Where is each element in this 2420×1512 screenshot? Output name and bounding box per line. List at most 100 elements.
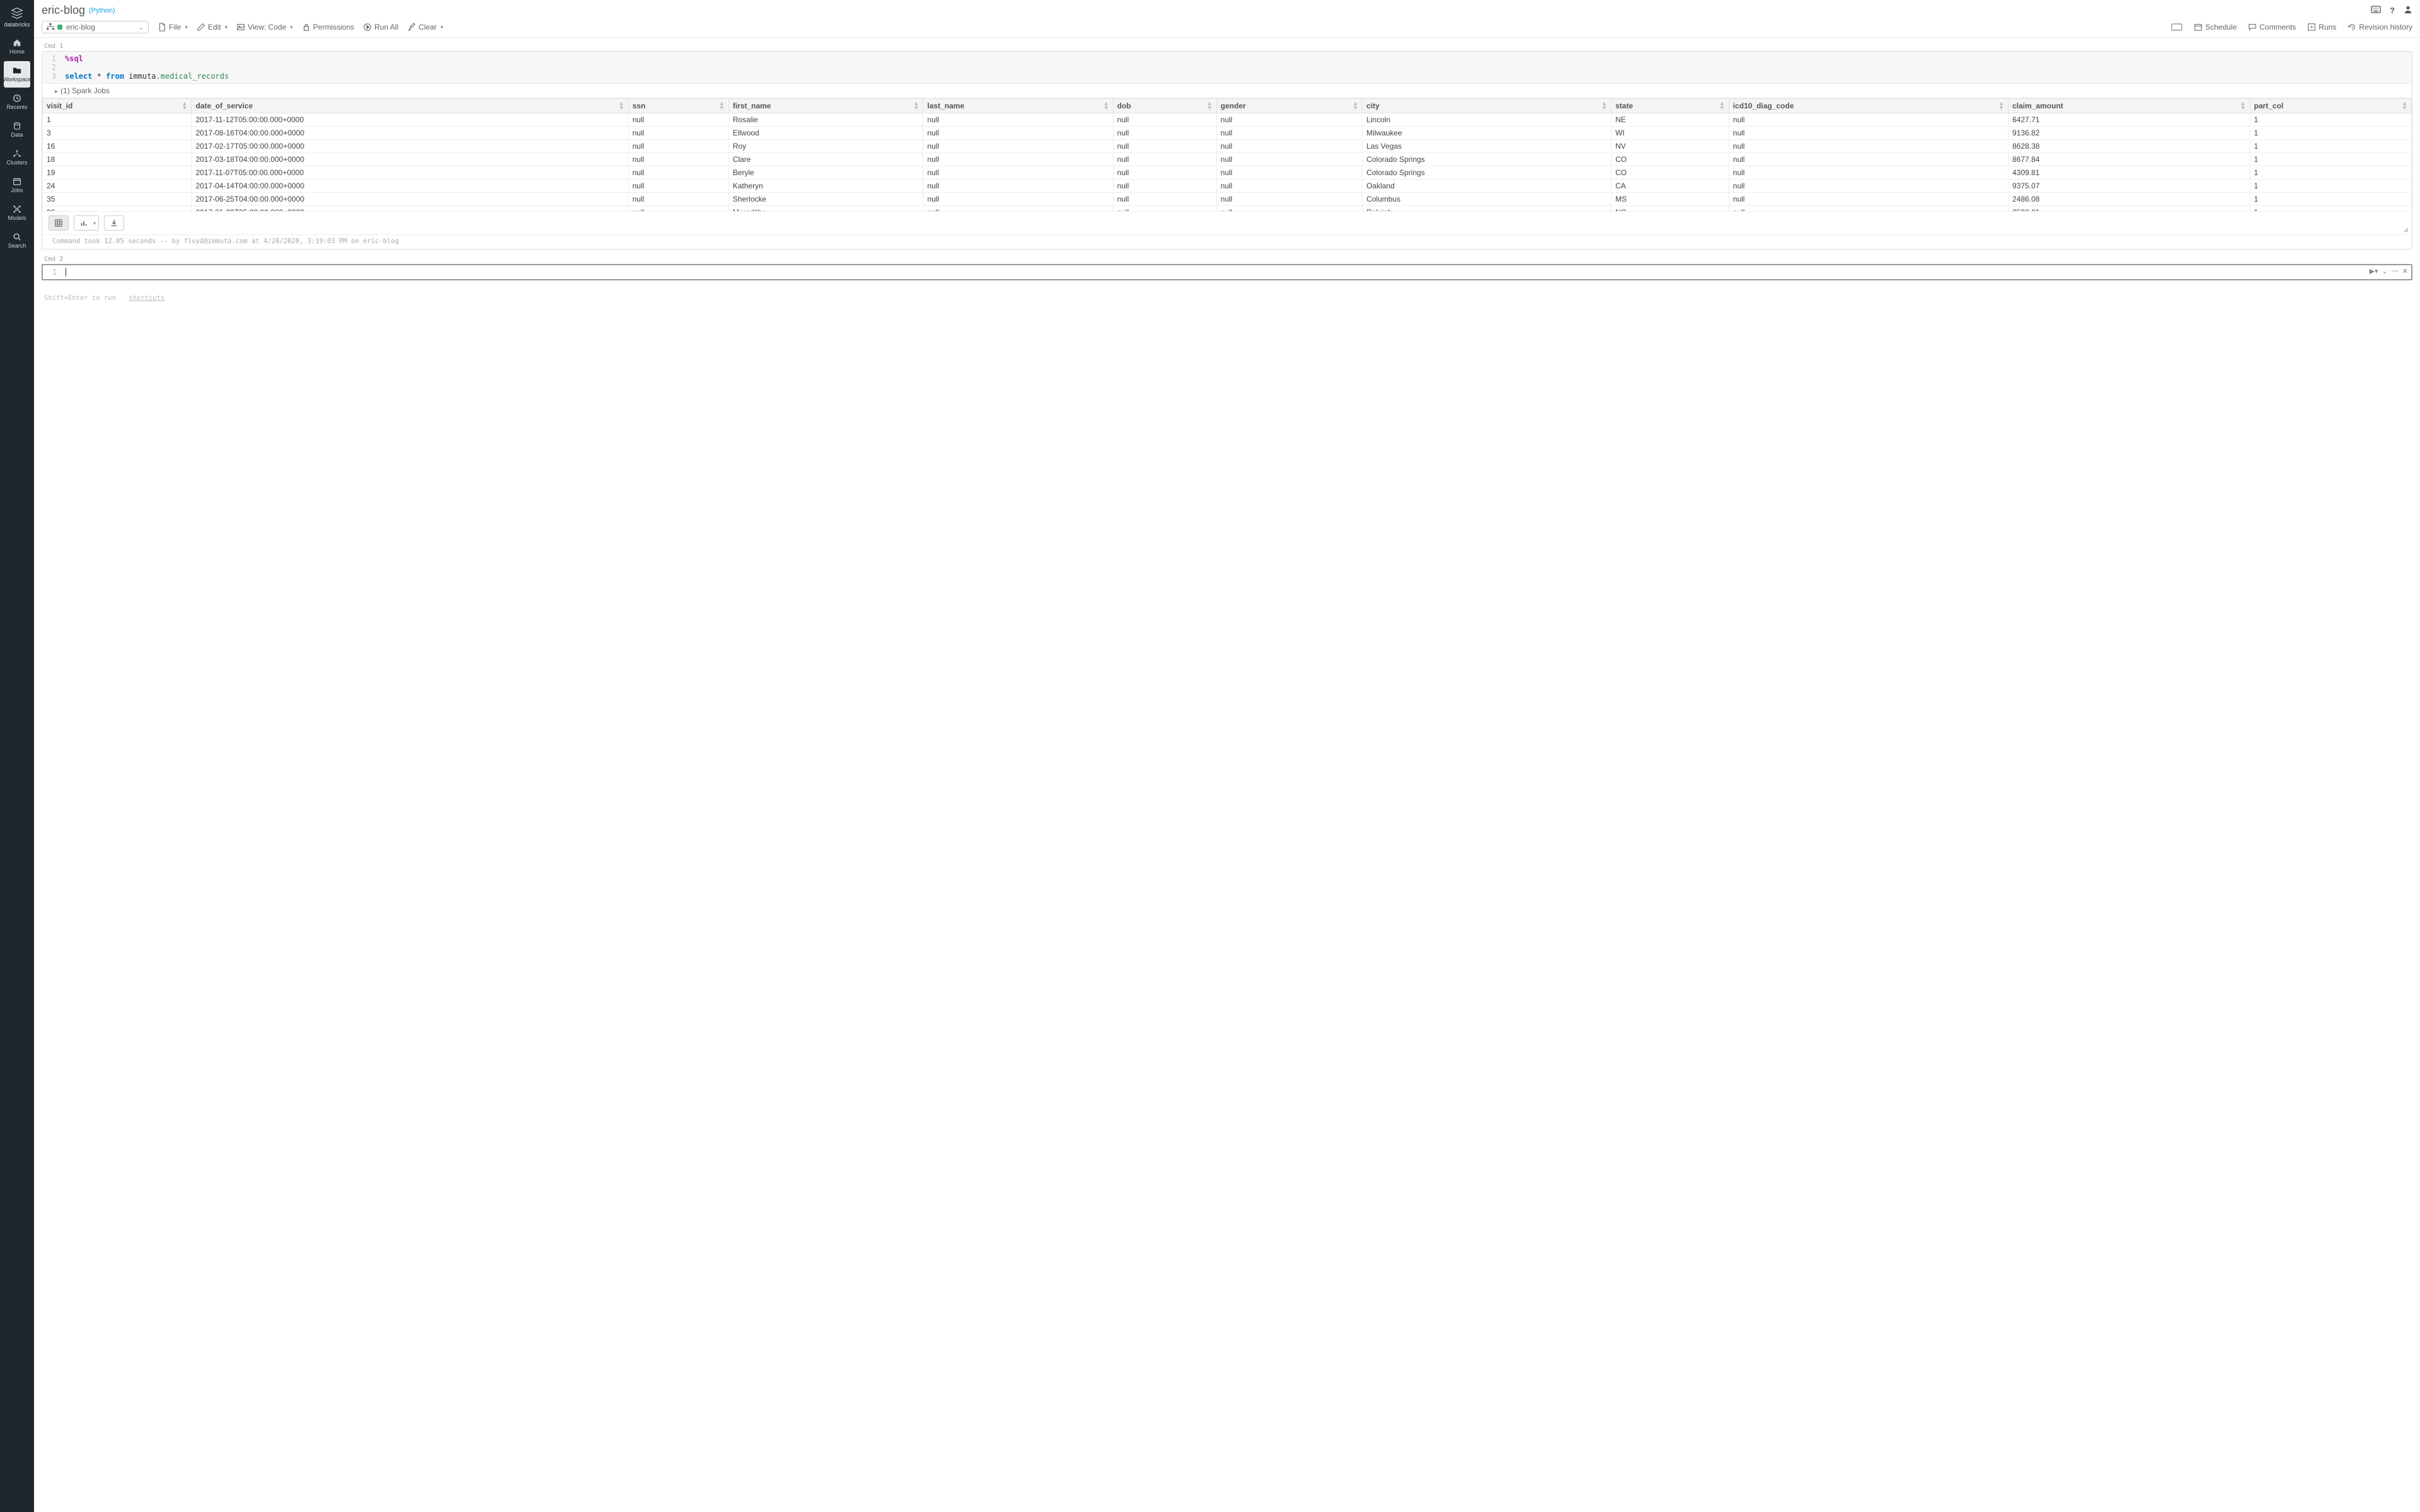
column-header[interactable]: part_col▲▼ xyxy=(2250,99,2411,113)
cluster-icon xyxy=(13,149,21,158)
column-header[interactable]: last_name▲▼ xyxy=(923,99,1113,113)
table-cell: Rosalie xyxy=(729,113,923,127)
column-header[interactable]: gender▲▼ xyxy=(1216,99,1362,113)
table-row[interactable]: 362017-01-29T05:00:00.000+0000nullMeredi… xyxy=(43,206,2412,212)
table-cell: null xyxy=(1216,166,1362,180)
runs-button[interactable]: Runs xyxy=(2307,23,2336,32)
help-icon[interactable]: ? xyxy=(2390,6,2395,15)
sidebar-item-jobs[interactable]: Jobs xyxy=(4,172,30,198)
run-cell-button[interactable]: ▶▾ xyxy=(2370,267,2378,275)
user-icon[interactable] xyxy=(2404,5,2412,16)
column-header[interactable]: date_of_service▲▼ xyxy=(192,99,628,113)
table-cell: 4309.81 xyxy=(2008,166,2250,180)
file-menu[interactable]: File▾ xyxy=(158,23,188,32)
table-cell: null xyxy=(923,206,1113,212)
calendar-icon xyxy=(13,177,21,186)
permissions-button[interactable]: Permissions xyxy=(302,23,354,32)
runs-icon xyxy=(2307,23,2316,32)
schedule-button[interactable]: Schedule xyxy=(2194,23,2237,32)
table-row[interactable]: 242017-04-14T04:00:00.000+0000nullKather… xyxy=(43,180,2412,193)
table-row[interactable]: 12017-11-12T05:00:00.000+0000nullRosalie… xyxy=(43,113,2412,127)
sidebar-item-data[interactable]: Data xyxy=(4,117,30,143)
column-header[interactable]: state▲▼ xyxy=(1611,99,1729,113)
sidebar-item-search[interactable]: Search xyxy=(4,227,30,254)
table-row[interactable]: 162017-02-17T05:00:00.000+0000nullRoynul… xyxy=(43,140,2412,153)
table-cell: null xyxy=(1113,206,1216,212)
table-cell: 1 xyxy=(2250,127,2411,140)
code-editor[interactable]: 1 xyxy=(43,265,2411,279)
header: eric-blog (Python) ? xyxy=(34,0,2420,18)
column-header[interactable]: claim_amount▲▼ xyxy=(2008,99,2250,113)
revision-history-button[interactable]: Revision history xyxy=(2348,23,2412,32)
column-header[interactable]: visit_id▲▼ xyxy=(43,99,192,113)
table-cell: null xyxy=(1729,206,2008,212)
minimize-cell-button[interactable]: — xyxy=(2392,267,2399,275)
sidebar: databricks Home Workspace Recents Data C… xyxy=(0,0,34,1512)
keyboard-icon[interactable] xyxy=(2371,5,2381,16)
chart-view-button[interactable] xyxy=(74,215,99,231)
table-cell: null xyxy=(923,180,1113,193)
sidebar-item-recents[interactable]: Recents xyxy=(4,89,30,115)
keyboard-shortcuts-icon[interactable] xyxy=(2171,23,2182,32)
command-status: Command took 12.05 seconds -- by floyd@i… xyxy=(42,235,2412,249)
table-cell: CO xyxy=(1611,166,1729,180)
table-cell: 24 xyxy=(43,180,192,193)
table-cell: null xyxy=(1729,113,2008,127)
code-editor[interactable]: 123 %sql select * from immuta.medical_re… xyxy=(42,52,2412,84)
logo[interactable]: databricks xyxy=(4,4,30,33)
shortcuts-link[interactable]: shortcuts xyxy=(129,294,164,302)
edit-menu[interactable]: Edit▾ xyxy=(197,23,228,32)
models-icon xyxy=(13,205,21,214)
table-cell: null xyxy=(923,127,1113,140)
table-row[interactable]: 192017-11-07T05:00:00.000+0000nullBeryle… xyxy=(43,166,2412,180)
table-cell: null xyxy=(1729,193,2008,206)
toolbar: eric-blog ⌄ File▾ Edit▾ View: Code▾ Perm… xyxy=(34,18,2420,38)
table-cell: null xyxy=(1113,140,1216,153)
notebook-language[interactable]: (Python) xyxy=(89,7,115,14)
resize-handle-icon[interactable]: ◢ xyxy=(2403,226,2408,233)
sidebar-item-workspace[interactable]: Workspace xyxy=(4,61,30,88)
sidebar-item-clusters[interactable]: Clusters xyxy=(4,144,30,171)
sidebar-item-home[interactable]: Home xyxy=(4,33,30,60)
cell-chevron-down-icon[interactable]: ⌄ xyxy=(2382,267,2388,275)
table-cell: 2017-04-14T04:00:00.000+0000 xyxy=(192,180,628,193)
sidebar-item-label: Models xyxy=(8,215,26,221)
table-cell: 35 xyxy=(43,193,192,206)
folder-icon xyxy=(13,66,21,75)
sidebar-item-models[interactable]: Models xyxy=(4,200,30,226)
column-header[interactable]: icd10_diag_code▲▼ xyxy=(1729,99,2008,113)
table-row[interactable]: 352017-06-25T04:00:00.000+0000nullSherlo… xyxy=(43,193,2412,206)
table-view-button[interactable] xyxy=(49,215,69,231)
table-cell: 2017-11-12T05:00:00.000+0000 xyxy=(192,113,628,127)
table-row[interactable]: 182017-03-18T04:00:00.000+0000nullClaren… xyxy=(43,153,2412,166)
file-icon xyxy=(158,23,166,32)
table-cell: null xyxy=(923,153,1113,166)
table-cell: null xyxy=(1113,113,1216,127)
comments-button[interactable]: Comments xyxy=(2248,23,2296,32)
table-cell: 3 xyxy=(43,127,192,140)
run-all-button[interactable]: Run All xyxy=(363,23,398,32)
table-cell: CA xyxy=(1611,180,1729,193)
column-header[interactable]: city▲▼ xyxy=(1363,99,1611,113)
table-cell: 2017-03-18T04:00:00.000+0000 xyxy=(192,153,628,166)
download-button[interactable] xyxy=(104,215,124,231)
table-cell: Beryle xyxy=(729,166,923,180)
clear-menu[interactable]: Clear▾ xyxy=(407,23,443,32)
cluster-attach-dropdown[interactable]: eric-blog ⌄ xyxy=(42,21,149,33)
view-menu[interactable]: View: Code▾ xyxy=(236,23,293,32)
table-cell: null xyxy=(923,140,1113,153)
table-cell: null xyxy=(1113,127,1216,140)
notebook-title[interactable]: eric-blog xyxy=(42,4,85,17)
chevron-down-icon: ⌄ xyxy=(138,23,144,32)
sidebar-item-label: Home xyxy=(9,49,25,55)
sql-magic: %sql xyxy=(65,54,83,63)
column-header[interactable]: first_name▲▼ xyxy=(729,99,923,113)
attached-cluster-name: eric-blog xyxy=(66,23,95,32)
column-header[interactable]: dob▲▼ xyxy=(1113,99,1216,113)
column-header[interactable]: ssn▲▼ xyxy=(628,99,729,113)
table-cell: 2017-06-25T04:00:00.000+0000 xyxy=(192,193,628,206)
brush-icon xyxy=(407,23,416,32)
spark-jobs-toggle[interactable]: (1) Spark Jobs xyxy=(42,84,2412,98)
close-cell-button[interactable]: ✕ xyxy=(2402,267,2408,275)
table-row[interactable]: 32017-08-16T04:00:00.000+0000nullEllwood… xyxy=(43,127,2412,140)
